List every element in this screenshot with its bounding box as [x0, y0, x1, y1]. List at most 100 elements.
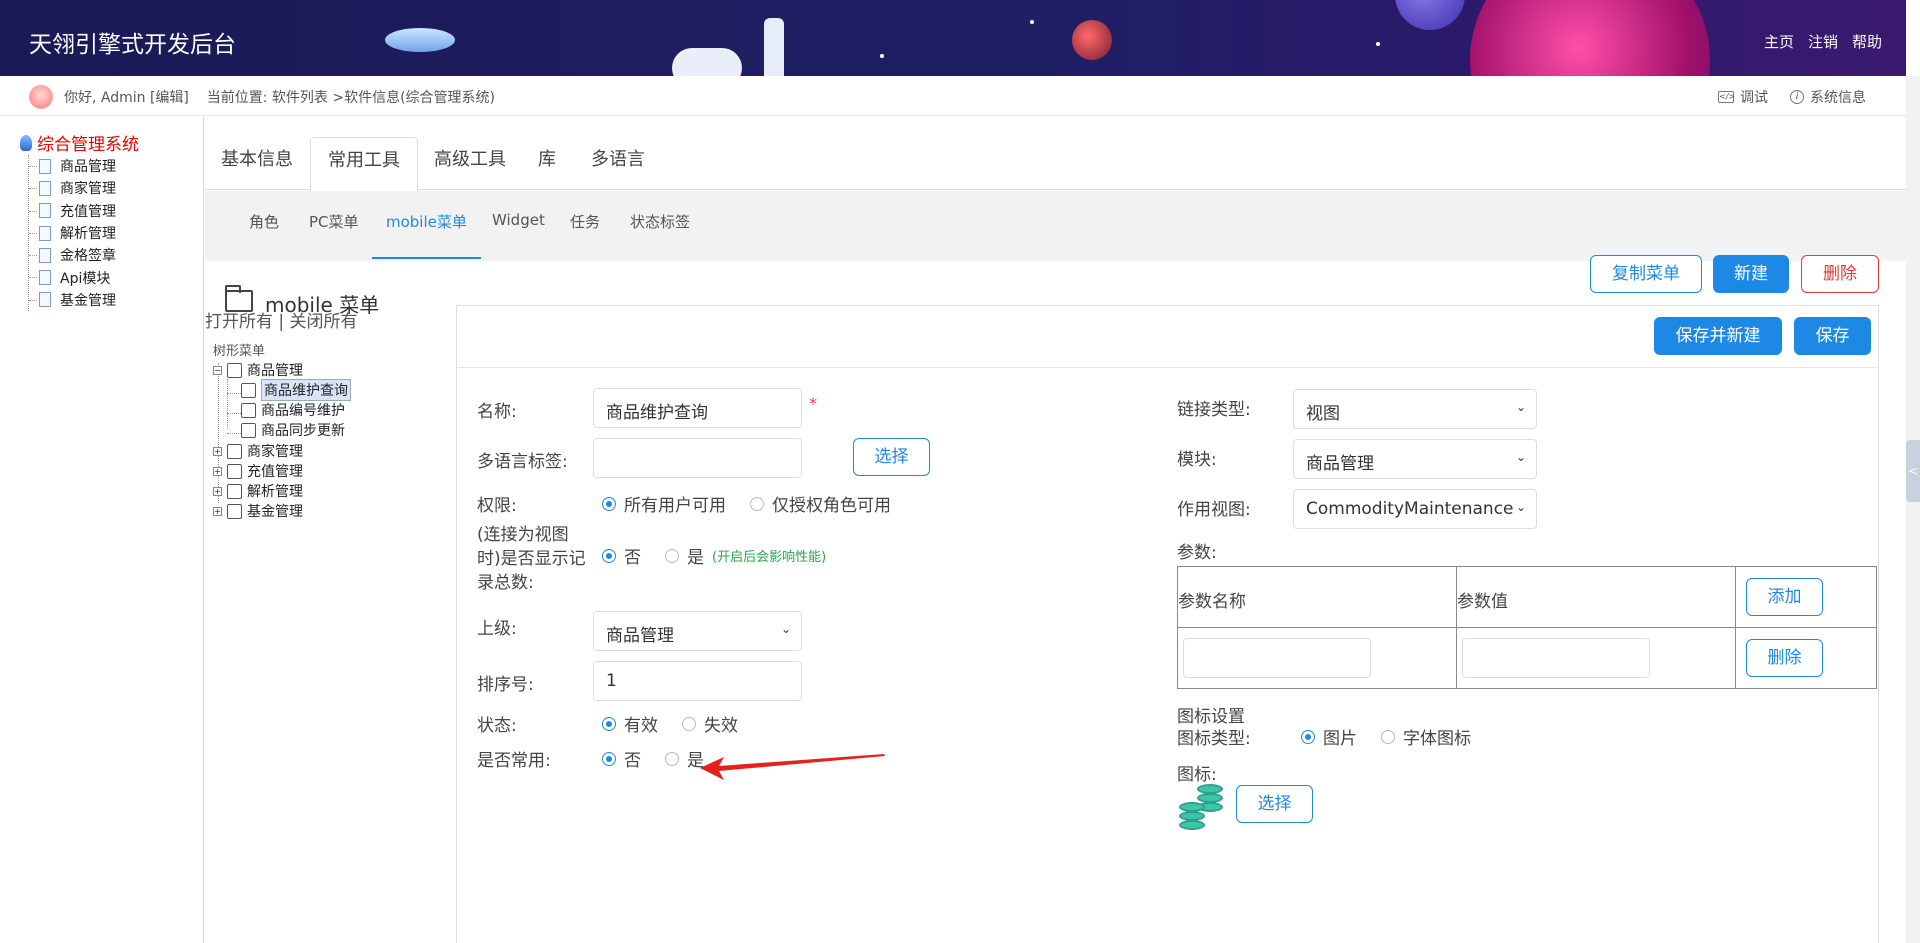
radio-unchecked[interactable]: [665, 751, 679, 766]
tree-checkbox[interactable]: [227, 443, 242, 459]
param-name-cell: [1177, 627, 1457, 689]
subtab-tasks[interactable]: 任务: [570, 211, 600, 259]
main-tabs: 基本信息 常用工具 高级工具 库 多语言: [205, 117, 1907, 191]
tab-library[interactable]: 库: [538, 137, 556, 191]
tree-checkbox[interactable]: [227, 503, 242, 519]
icon-type-image-option[interactable]: 图片: [1301, 724, 1357, 749]
sysinfo-link[interactable]: i 系统信息: [1790, 87, 1866, 107]
collapse-panel-button[interactable]: <: [1906, 440, 1920, 502]
debug-link[interactable]: </> 调试: [1718, 87, 1768, 107]
tree-node[interactable]: + 基金管理: [213, 501, 303, 521]
sidebar-item[interactable]: 解析管理: [29, 222, 116, 244]
tree-node[interactable]: + 商家管理: [213, 441, 303, 461]
delete-param-button[interactable]: 删除: [1746, 639, 1823, 677]
tree-node-label: 商品编号维护: [261, 403, 345, 419]
tree-checkbox[interactable]: [241, 382, 256, 398]
radio-checked[interactable]: [602, 496, 616, 511]
sidebar-item[interactable]: 基金管理: [29, 289, 116, 311]
subtab-roles[interactable]: 角色: [249, 211, 279, 259]
subtab-status-tags[interactable]: 状态标签: [630, 211, 690, 259]
tree-checkbox[interactable]: [241, 402, 256, 418]
nav-home-link[interactable]: 主页: [1764, 31, 1794, 52]
param-value-cell: [1456, 627, 1736, 689]
form-toolbar: 保存并新建 保存: [457, 306, 1879, 368]
table-header-row: 参数名称 参数值 添加: [1177, 566, 1877, 628]
common-yes-option[interactable]: 是: [665, 746, 704, 771]
record-count-radio-group: 否 是 (开启后会影响性能): [602, 543, 826, 568]
expand-icon[interactable]: +: [213, 486, 222, 496]
radio-checked[interactable]: [602, 751, 616, 766]
icon-choose-button[interactable]: 选择: [1236, 785, 1313, 823]
sidebar-item[interactable]: Api模块: [29, 266, 116, 288]
i18n-input[interactable]: [593, 438, 802, 478]
tree-node[interactable]: − 商品管理: [213, 360, 303, 380]
tree-checkbox[interactable]: [227, 362, 242, 378]
radio-checked[interactable]: [602, 548, 616, 563]
view-select[interactable]: CommodityMaintenance ⌄: [1293, 489, 1537, 529]
open-all-link[interactable]: 打开所有: [205, 312, 273, 332]
sidebar-root[interactable]: 综合管理系统: [20, 130, 139, 155]
tab-common-tools[interactable]: 常用工具: [310, 137, 418, 191]
subtab-mobile-menu[interactable]: mobile菜单: [372, 211, 481, 259]
parent-select[interactable]: 商品管理 ⌄: [593, 611, 802, 651]
view-value: CommodityMaintenance: [1306, 499, 1514, 519]
radio-unchecked[interactable]: [1381, 729, 1395, 744]
subtab-pc-menu[interactable]: PC菜单: [309, 211, 359, 259]
count-yes-option[interactable]: 是: [665, 543, 704, 568]
close-all-link[interactable]: 关闭所有: [290, 312, 358, 332]
perm-all-option[interactable]: 所有用户可用: [602, 491, 726, 516]
new-button[interactable]: 新建: [1713, 255, 1789, 293]
tree-checkbox[interactable]: [227, 463, 242, 479]
name-input[interactable]: 商品维护查询: [593, 388, 802, 428]
expand-icon[interactable]: +: [213, 466, 222, 476]
collapse-icon[interactable]: −: [213, 365, 222, 375]
nav-logout-link[interactable]: 注销: [1808, 31, 1838, 52]
decor-blimp: [385, 28, 455, 52]
tree-checkbox[interactable]: [241, 422, 256, 438]
document-icon: [39, 158, 51, 174]
save-and-new-button[interactable]: 保存并新建: [1654, 317, 1782, 355]
delete-button[interactable]: 删除: [1801, 255, 1879, 293]
tab-multilang[interactable]: 多语言: [591, 137, 645, 191]
greeting-text[interactable]: 你好, Admin [编辑]: [64, 90, 189, 106]
radio-unchecked[interactable]: [665, 548, 679, 563]
tree-node[interactable]: + 解析管理: [213, 481, 303, 501]
sidebar-item[interactable]: 金格签章: [29, 244, 116, 266]
param-name-input[interactable]: [1183, 638, 1371, 678]
tab-advanced-tools[interactable]: 高级工具: [434, 137, 506, 191]
copy-menu-button[interactable]: 复制菜单: [1590, 255, 1702, 293]
tree-node[interactable]: 商品维护查询: [241, 379, 351, 401]
sidebar-item[interactable]: 商家管理: [29, 177, 116, 199]
sidebar-item[interactable]: 充值管理: [29, 200, 116, 222]
radio-unchecked[interactable]: [750, 496, 764, 511]
nav-help-link[interactable]: 帮助: [1852, 31, 1882, 52]
save-button[interactable]: 保存: [1794, 317, 1871, 355]
tree-node[interactable]: 商品同步更新: [241, 420, 345, 440]
radio-unchecked[interactable]: [682, 716, 696, 731]
icon-type-font-option[interactable]: 字体图标: [1381, 724, 1471, 749]
status-valid-option[interactable]: 有效: [602, 711, 658, 736]
common-no-option[interactable]: 否: [602, 746, 641, 771]
tree-checkbox[interactable]: [227, 483, 242, 499]
tree-node[interactable]: + 充值管理: [213, 461, 303, 481]
expand-icon[interactable]: +: [213, 506, 222, 516]
param-value-input[interactable]: [1462, 638, 1650, 678]
order-input[interactable]: 1: [593, 661, 802, 701]
status-invalid-option[interactable]: 失效: [682, 711, 738, 736]
subtab-widget[interactable]: Widget: [492, 211, 545, 259]
expand-icon[interactable]: +: [213, 446, 222, 456]
add-param-button[interactable]: 添加: [1746, 578, 1823, 616]
app-title: 天翎引擎式开发后台: [29, 32, 236, 58]
module-select[interactable]: 商品管理 ⌄: [1293, 439, 1537, 479]
radio-checked[interactable]: [1301, 729, 1315, 744]
perm-authorized-option[interactable]: 仅授权角色可用: [750, 491, 891, 516]
icon-label: 图标:: [1177, 765, 1217, 785]
sidebar-item[interactable]: 商品管理: [29, 155, 116, 177]
i18n-choose-button[interactable]: 选择: [853, 438, 930, 476]
tab-basic-info[interactable]: 基本信息: [221, 137, 293, 191]
breadcrumb: 当前位置: 软件列表 >软件信息(综合管理系统): [206, 90, 495, 106]
count-no-option[interactable]: 否: [602, 543, 641, 568]
tree-node[interactable]: 商品编号维护: [241, 400, 345, 420]
radio-checked[interactable]: [602, 716, 616, 731]
link-type-select[interactable]: 视图 ⌄: [1293, 389, 1537, 429]
